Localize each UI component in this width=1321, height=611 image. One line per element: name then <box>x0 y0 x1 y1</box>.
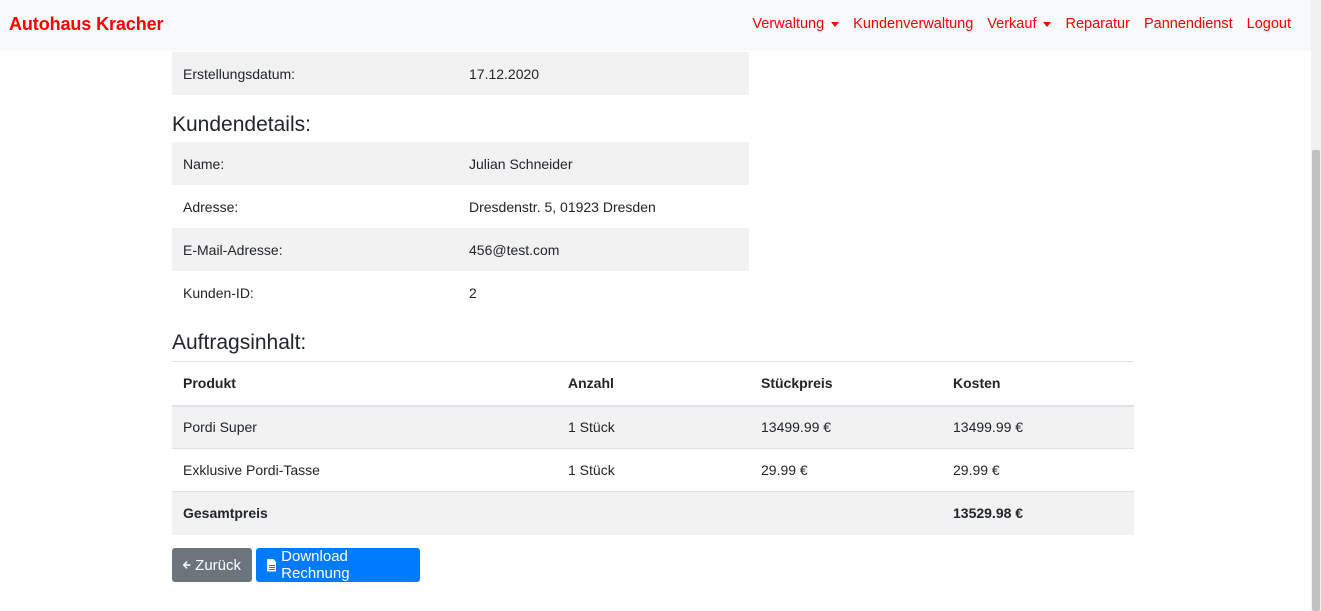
table-row: Pordi Super 1 Stück 13499.99 € 13499.99 … <box>172 405 1134 449</box>
nav-reparatur-label: Reparatur <box>1065 16 1130 32</box>
unit-price-cell: 13499.99 € <box>750 405 942 449</box>
nav-logout[interactable]: Logout <box>1247 16 1291 32</box>
order-info-table: Erstellungsdatum: 17.12.2020 <box>172 52 749 95</box>
nav-verwaltung[interactable]: Verwaltung <box>752 16 840 32</box>
created-value: 17.12.2020 <box>469 65 540 82</box>
file-icon <box>267 558 277 572</box>
quantity-cell: 1 Stück <box>557 405 750 449</box>
col-product: Produkt <box>172 361 557 407</box>
back-button-label: Zurück <box>195 556 241 574</box>
brand-logo[interactable]: Autohaus Kracher <box>9 14 164 35</box>
cost-cell: 29.99 € <box>942 448 1134 492</box>
customer-heading: Kundendetails: <box>172 113 311 136</box>
vertical-scrollbar[interactable] <box>1311 0 1321 611</box>
customer-email-value: 456@test.com <box>469 241 560 258</box>
total-value: 13529.98 € <box>942 491 1134 535</box>
customer-email-label: E-Mail-Adresse: <box>183 241 283 258</box>
order-heading: Auftragsinhalt: <box>172 331 307 354</box>
nav-verkauf[interactable]: Verkauf <box>987 16 1052 32</box>
nav-logout-label: Logout <box>1246 16 1291 32</box>
customer-row-id: Kunden-ID: 2 <box>172 271 749 314</box>
order-table: Produkt Anzahl Stückpreis Kosten Pordi S… <box>172 361 1134 535</box>
nav-pannendienst-label: Pannendienst <box>1143 16 1233 32</box>
total-label: Gesamtpreis <box>172 491 557 535</box>
download-button-label: Download Rechnung <box>281 548 350 582</box>
arrow-left-icon <box>183 561 191 569</box>
nav-kundenverwaltung[interactable]: Kundenverwaltung <box>853 16 973 32</box>
download-invoice-button[interactable]: Download Rechnung <box>256 548 420 582</box>
order-header-row: Produkt Anzahl Stückpreis Kosten <box>172 361 1134 407</box>
nav-verwaltung-label: Verwaltung <box>752 16 825 32</box>
scrollbar-thumb[interactable] <box>1312 150 1320 611</box>
caret-down-icon <box>831 21 840 27</box>
customer-table: Name: Julian Schneider Adresse: Dresdens… <box>172 142 749 314</box>
created-label: Erstellungsdatum: <box>183 65 296 82</box>
col-unit-price: Stückpreis <box>750 361 942 407</box>
nav-reparatur[interactable]: Reparatur <box>1065 16 1129 32</box>
nav-verkauf-label: Verkauf <box>987 16 1037 32</box>
unit-price-cell: 29.99 € <box>750 448 942 492</box>
customer-name-label: Name: <box>183 155 225 172</box>
customer-id-value: 2 <box>469 284 477 301</box>
total-empty-cell <box>750 491 942 535</box>
total-row: Gesamtpreis 13529.98 € <box>172 491 1134 535</box>
customer-row-name: Name: Julian Schneider <box>172 142 749 185</box>
info-row-created: Erstellungsdatum: 17.12.2020 <box>172 52 749 95</box>
customer-row-address: Adresse: Dresdenstr. 5, 01923 Dresden <box>172 185 749 228</box>
top-navbar: Autohaus Kracher Verwaltung Kundenverwal… <box>0 0 1311 51</box>
col-quantity: Anzahl <box>557 361 750 407</box>
col-cost: Kosten <box>942 361 1134 407</box>
product-cell: Pordi Super <box>172 405 557 449</box>
customer-address-value: Dresdenstr. 5, 01923 Dresden <box>469 198 656 215</box>
total-empty-cell <box>557 491 750 535</box>
back-button[interactable]: Zurück <box>172 548 252 582</box>
nav-kundenverwaltung-label: Kundenverwaltung <box>853 16 974 32</box>
product-cell: Exklusive Pordi-Tasse <box>172 448 557 492</box>
customer-id-label: Kunden-ID: <box>183 284 254 301</box>
cost-cell: 13499.99 € <box>942 405 1134 449</box>
table-row: Exklusive Pordi-Tasse 1 Stück 29.99 € 29… <box>172 448 1134 492</box>
nav-pannendienst[interactable]: Pannendienst <box>1144 16 1233 32</box>
customer-name-value: Julian Schneider <box>469 155 573 172</box>
main-nav: Verwaltung Kundenverwaltung Verkauf Repa… <box>738 16 1291 32</box>
quantity-cell: 1 Stück <box>557 448 750 492</box>
customer-address-label: Adresse: <box>183 198 239 215</box>
customer-row-email: E-Mail-Adresse: 456@test.com <box>172 228 749 271</box>
caret-down-icon <box>1043 21 1052 27</box>
